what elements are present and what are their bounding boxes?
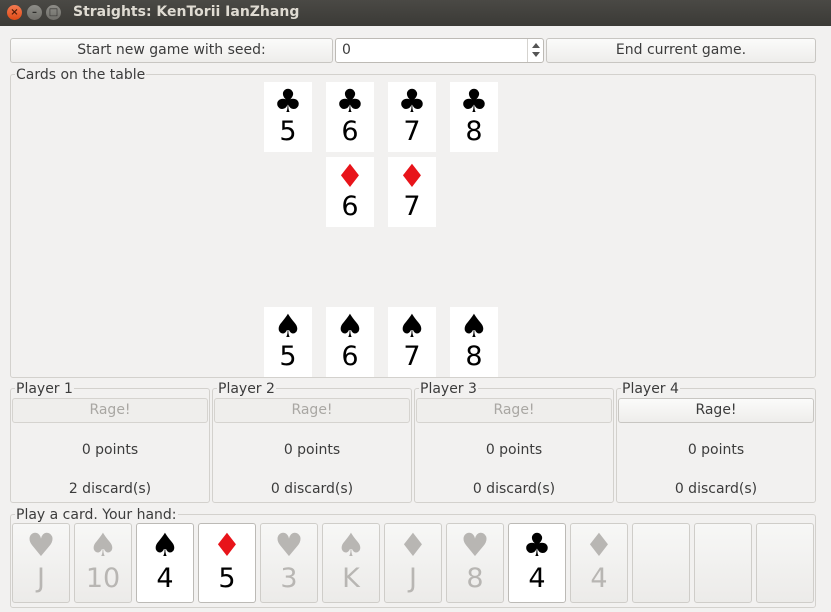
- hand-card-button[interactable]: ♠ K: [322, 523, 380, 603]
- end-current-game-button[interactable]: End current game.: [546, 38, 816, 63]
- table-card-spade-7: ♠ 7: [388, 307, 436, 377]
- hand-card-button[interactable]: ♥ 8: [446, 523, 504, 603]
- seed-stepper[interactable]: [527, 39, 543, 62]
- rage-button-player-1[interactable]: Rage!: [12, 398, 208, 423]
- title-bar: × – □ Straights: KenTorii IanZhang: [0, 0, 831, 26]
- card-rank: 5: [218, 563, 236, 594]
- start-new-game-button[interactable]: Start new game with seed:: [10, 38, 333, 63]
- player-3-discards: 0 discard(s): [472, 481, 556, 497]
- spade-icon: ♠: [459, 307, 489, 345]
- card-rank: 4: [528, 563, 546, 594]
- app-window: × – □ Straights: KenTorii IanZhang Start…: [0, 0, 831, 612]
- card-rank: 8: [466, 563, 484, 594]
- spade-icon: ♠: [336, 526, 366, 564]
- card-rank: 3: [280, 563, 298, 594]
- table-card-spade-8: ♠ 8: [450, 307, 498, 377]
- heart-icon: ♥: [26, 526, 56, 564]
- spade-icon: ♠: [397, 307, 427, 345]
- club-icon: ♣: [397, 82, 427, 120]
- hand-card-button[interactable]: ♠ 4: [136, 523, 194, 603]
- player-1-discards: 2 discard(s): [68, 481, 152, 497]
- table-card-diamond-7: ♦ 7: [388, 157, 436, 227]
- increment-arrow-icon[interactable]: [532, 43, 540, 48]
- heart-icon: ♥: [460, 526, 490, 564]
- player-2-label: Player 2: [217, 381, 276, 397]
- table-card-diamond-6: ♦ 6: [326, 157, 374, 227]
- card-rank: 6: [341, 116, 359, 147]
- table-card-club-5: ♣ 5: [264, 82, 312, 152]
- window-title: Straights: KenTorii IanZhang: [73, 4, 300, 20]
- player-2-discards: 0 discard(s): [270, 481, 354, 497]
- minimize-window-button[interactable]: –: [27, 5, 42, 20]
- card-rank: 6: [341, 341, 359, 372]
- card-rank: K: [342, 563, 360, 594]
- seed-value[interactable]: 0: [342, 42, 351, 58]
- card-rank: 7: [403, 191, 421, 222]
- spade-icon: ♠: [88, 526, 118, 564]
- hand-card-button[interactable]: ♠ 10: [74, 523, 132, 603]
- player-4-points: 0 points: [687, 442, 745, 458]
- card-rank: 5: [279, 116, 297, 147]
- spade-icon: ♠: [150, 526, 180, 564]
- player-2-panel: Player 2 Rage! 0 points 0 discard(s): [212, 381, 412, 503]
- card-rank: 10: [85, 563, 121, 594]
- diamond-icon: ♦: [212, 526, 242, 564]
- close-window-button[interactable]: ×: [7, 5, 22, 20]
- player-4-panel: Player 4 Rage! 0 points 0 discard(s): [616, 381, 816, 503]
- hand-card-button[interactable]: ♥ J: [12, 523, 70, 603]
- diamond-icon: ♦: [584, 526, 614, 564]
- player-3-panel: Player 3 Rage! 0 points 0 discard(s): [414, 381, 614, 503]
- club-icon: ♣: [522, 526, 552, 564]
- card-rank: 6: [341, 191, 359, 222]
- maximize-window-button[interactable]: □: [46, 5, 61, 20]
- card-rank: 7: [403, 116, 421, 147]
- seed-spinbox[interactable]: 0: [335, 38, 544, 63]
- table-card-club-8: ♣ 8: [450, 82, 498, 152]
- rage-button-player-3[interactable]: Rage!: [416, 398, 612, 423]
- rage-button-player-2[interactable]: Rage!: [214, 398, 410, 423]
- table-frame-label: Cards on the table: [15, 67, 147, 83]
- table-card-spade-5: ♠ 5: [264, 307, 312, 377]
- card-rank: 4: [590, 563, 608, 594]
- club-icon: ♣: [335, 82, 365, 120]
- club-icon: ♣: [273, 82, 303, 120]
- card-rank: J: [409, 563, 417, 594]
- diamond-icon: ♦: [398, 526, 428, 564]
- heart-icon: ♥: [274, 526, 304, 564]
- rage-button-player-4[interactable]: Rage!: [618, 398, 814, 423]
- empty-hand-slot[interactable]: [756, 523, 814, 603]
- player-4-discards: 0 discard(s): [674, 481, 758, 497]
- card-rank: 8: [465, 341, 483, 372]
- player-2-points: 0 points: [283, 442, 341, 458]
- card-rank: 8: [465, 116, 483, 147]
- card-rank: J: [37, 563, 45, 594]
- player-3-points: 0 points: [485, 442, 543, 458]
- hand-card-button[interactable]: ♥ 3: [260, 523, 318, 603]
- hand-label: Play a card. Your hand:: [15, 507, 178, 523]
- card-rank: 4: [156, 563, 174, 594]
- player-4-label: Player 4: [621, 381, 680, 397]
- hand-card-button[interactable]: ♦ 4: [570, 523, 628, 603]
- hand-card-button[interactable]: ♣ 4: [508, 523, 566, 603]
- hand-card-button[interactable]: ♦ J: [384, 523, 442, 603]
- hand-card-button[interactable]: ♦ 5: [198, 523, 256, 603]
- diamond-icon: ♦: [335, 157, 365, 195]
- player-1-points: 0 points: [81, 442, 139, 458]
- empty-hand-slot[interactable]: [632, 523, 690, 603]
- empty-hand-slot[interactable]: [694, 523, 752, 603]
- player-3-label: Player 3: [419, 381, 478, 397]
- table-card-spade-6: ♠ 6: [326, 307, 374, 377]
- player-1-panel: Player 1 Rage! 0 points 2 discard(s): [10, 381, 210, 503]
- spade-icon: ♠: [335, 307, 365, 345]
- diamond-icon: ♦: [397, 157, 427, 195]
- spade-icon: ♠: [273, 307, 303, 345]
- card-rank: 7: [403, 341, 421, 372]
- player-1-label: Player 1: [15, 381, 74, 397]
- card-rank: 5: [279, 341, 297, 372]
- decrement-arrow-icon[interactable]: [532, 52, 540, 57]
- table-card-club-7: ♣ 7: [388, 82, 436, 152]
- club-icon: ♣: [459, 82, 489, 120]
- table-card-club-6: ♣ 6: [326, 82, 374, 152]
